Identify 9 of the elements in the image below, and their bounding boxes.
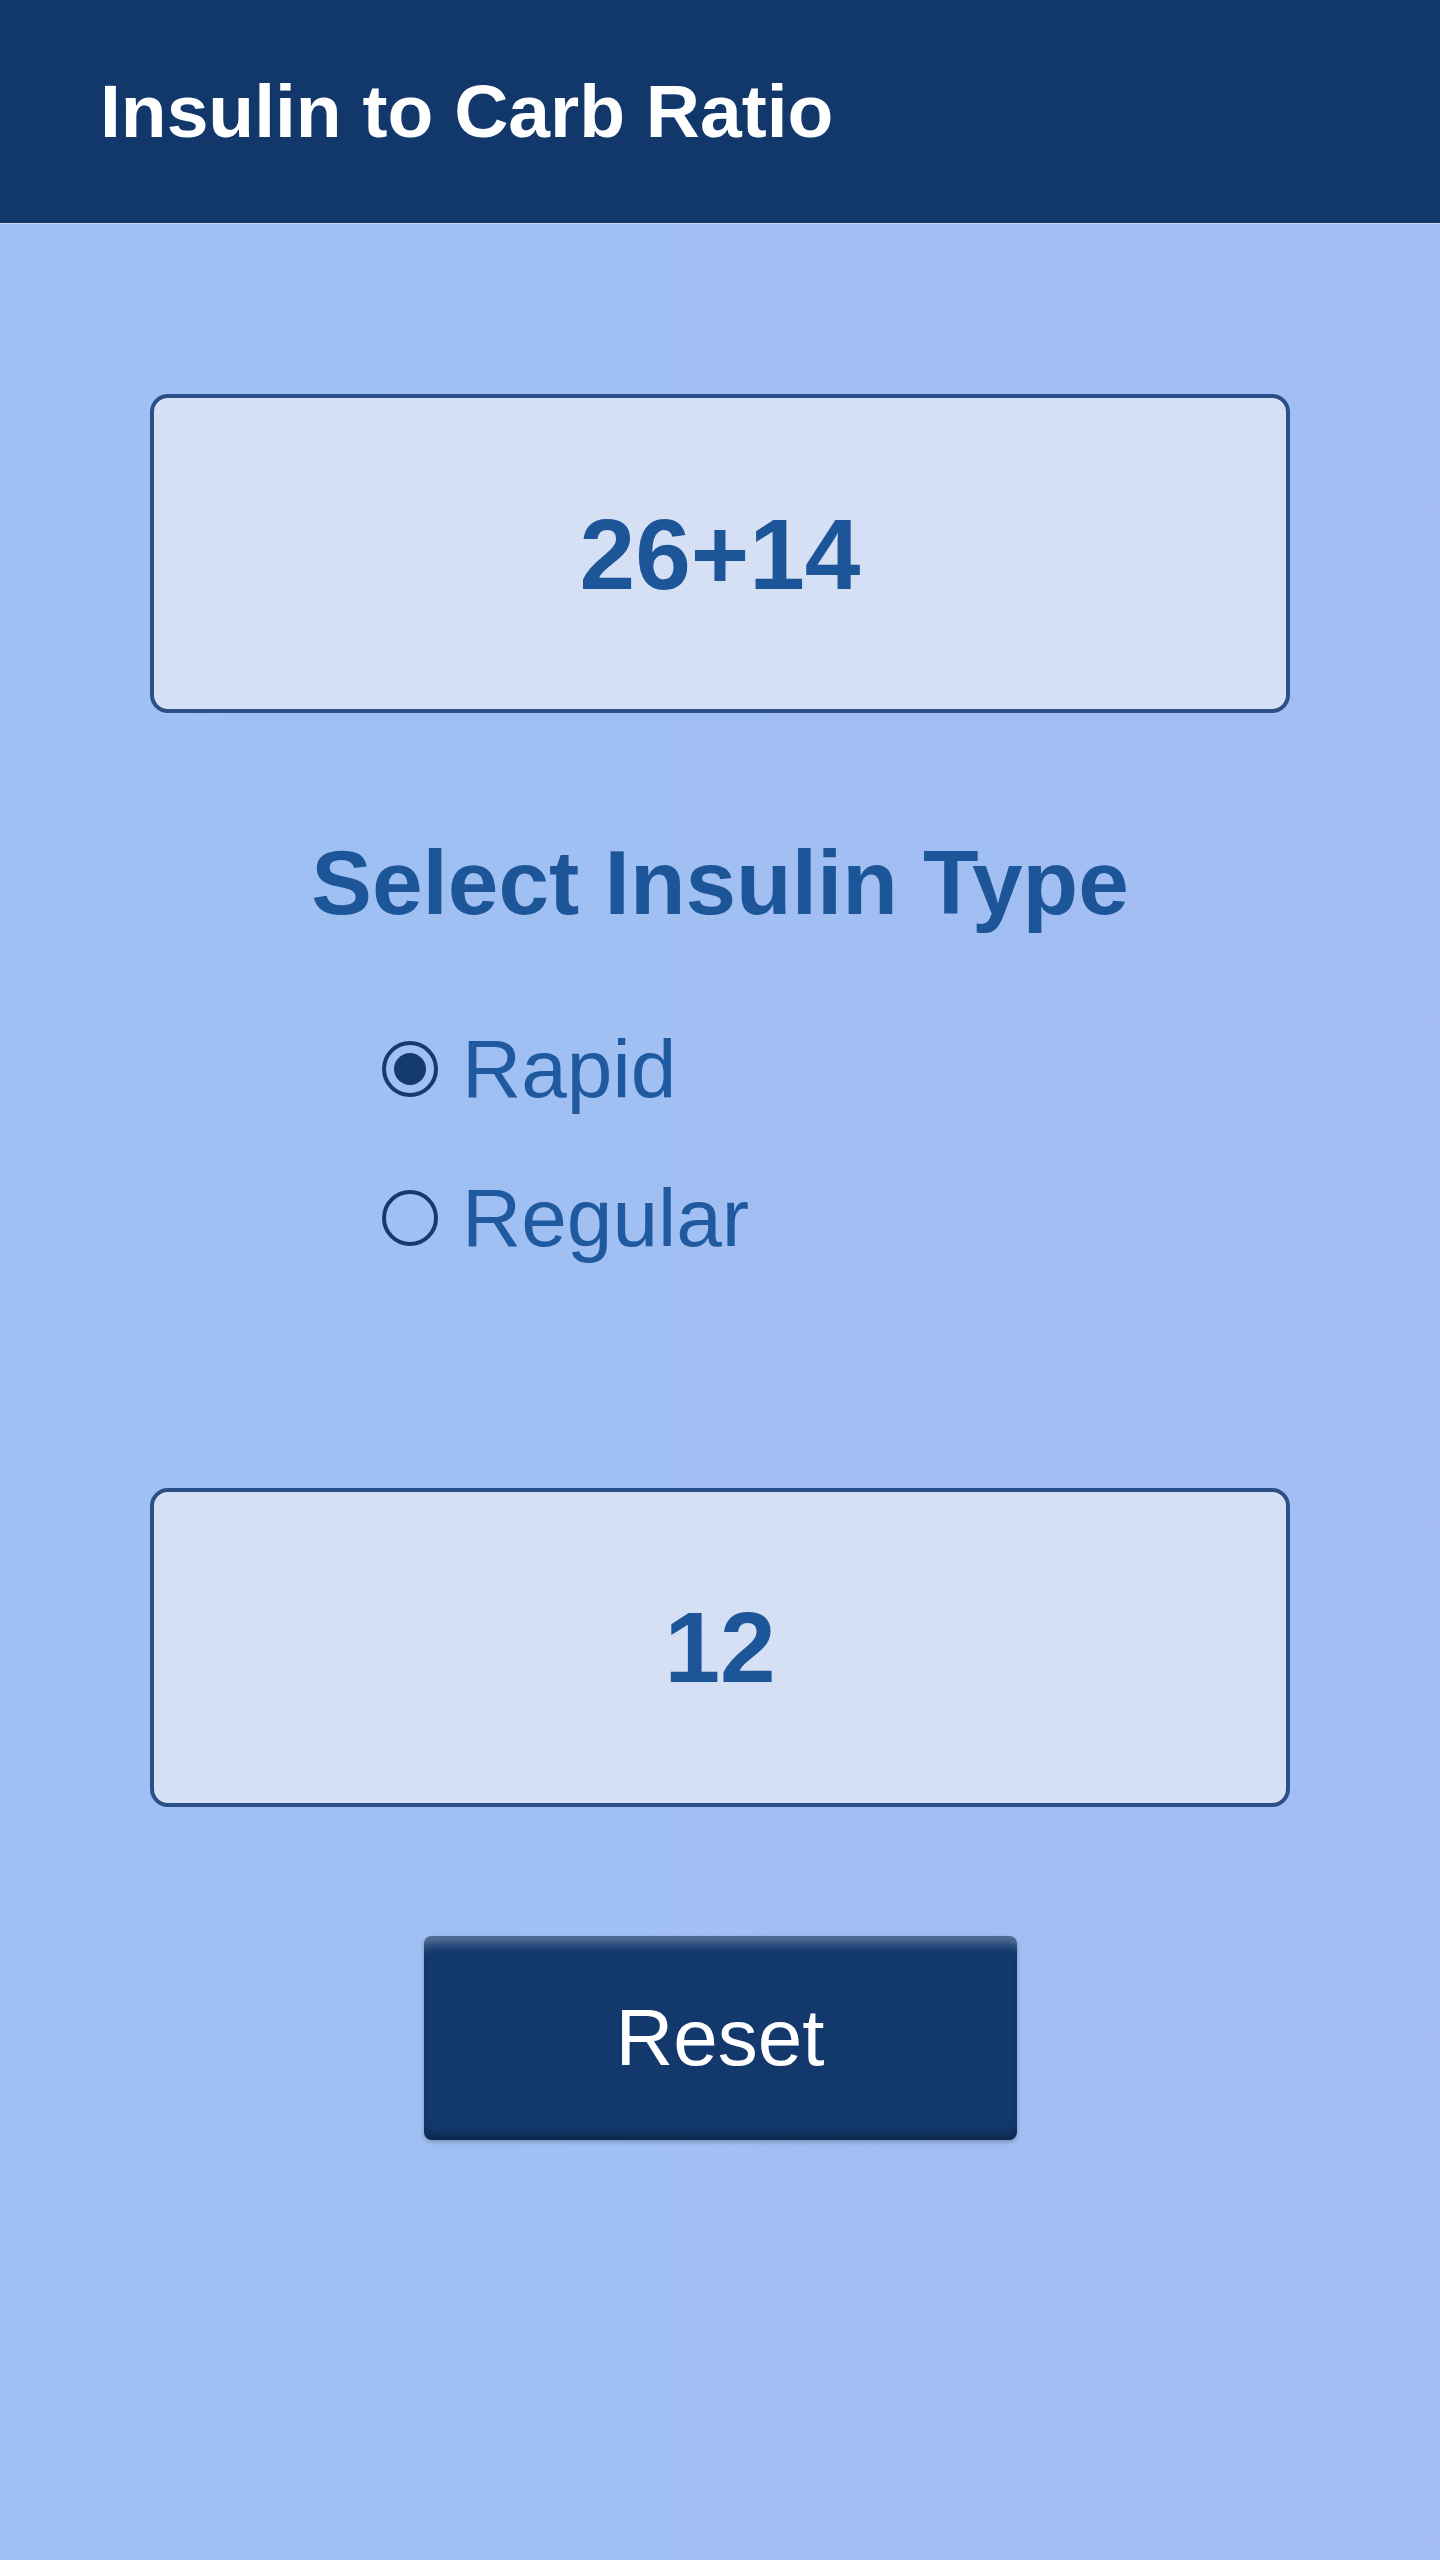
app-title: Insulin to Carb Ratio (100, 68, 834, 155)
expression-display: 26+14 (150, 394, 1290, 713)
section-heading: Select Insulin Type (311, 831, 1129, 935)
radio-button[interactable] (382, 1189, 438, 1246)
radio-button[interactable] (382, 1040, 438, 1097)
reset-button[interactable]: Reset (423, 1935, 1017, 2140)
option-label[interactable]: Rapid (462, 1021, 677, 1116)
result-display: 12 (150, 1487, 1290, 1807)
option-label[interactable]: Regular (462, 1170, 750, 1265)
